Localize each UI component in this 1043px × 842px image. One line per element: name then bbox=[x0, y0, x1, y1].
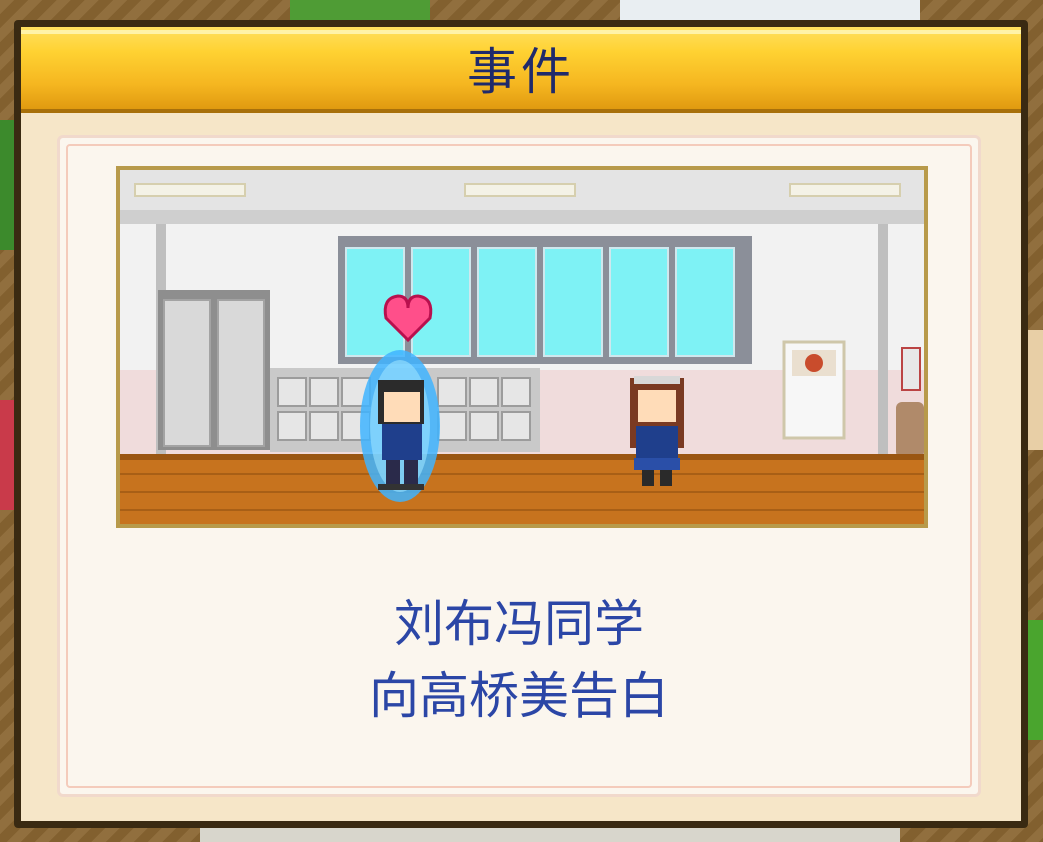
event-message: 刘布冯同学 向高桥美告白 bbox=[60, 588, 978, 732]
dialog-body: 事件 刘布冯同学 向高桥美告白 bbox=[21, 27, 1021, 821]
event-dialog: 事件 刘布冯同学 向高桥美告白 bbox=[14, 20, 1028, 828]
event-scene-image bbox=[116, 166, 928, 528]
tree-tile bbox=[1028, 620, 1043, 740]
girl-student-sprite bbox=[630, 376, 684, 486]
dialog-title: 事件 bbox=[467, 43, 575, 101]
tree-tile bbox=[1028, 330, 1043, 450]
boy-student-sprite bbox=[360, 350, 440, 502]
grass-tile bbox=[290, 0, 430, 20]
event-message-line1: 刘布冯同学 bbox=[394, 595, 644, 653]
building-tile bbox=[200, 828, 900, 842]
event-content-panel: 刘布冯同学 向高桥美告白 bbox=[57, 135, 981, 797]
building-tile bbox=[620, 0, 920, 20]
dialog-title-bar: 事件 bbox=[21, 27, 1021, 113]
event-message-line2: 向高桥美告白 bbox=[369, 667, 669, 725]
